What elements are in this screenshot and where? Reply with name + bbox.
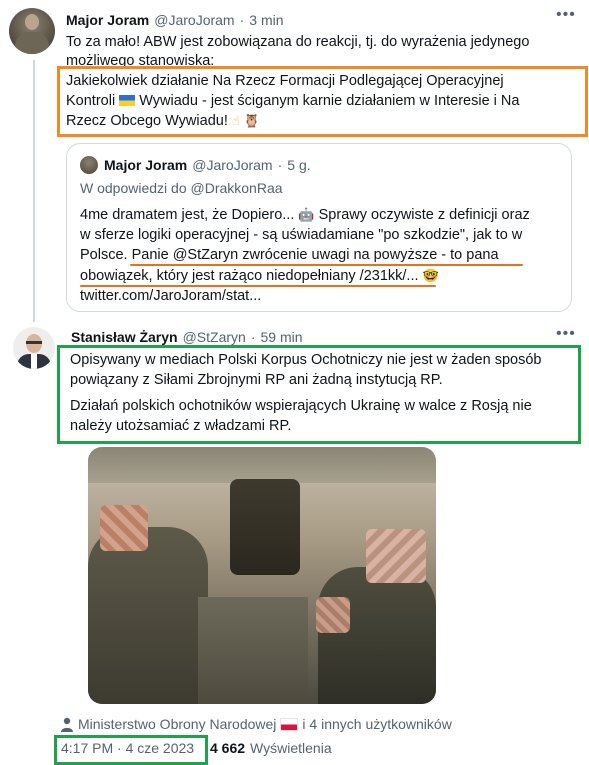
tweet2-author-name[interactable]: Stanisław Żaryn [71,329,178,345]
tweet1-more-icon[interactable]: ••• [556,6,576,24]
photo-face-blur-right [366,529,426,583]
tweet1-highlight-line-2a: Kontroli [66,93,116,109]
thread-connector-line [33,60,35,322]
owl-icon: 🦉 [243,114,261,129]
quote-line-3: Polsce. Panie @StZaryn zwrócenie uwagi n… [80,245,499,265]
finger-up-icon: ☝ [231,114,240,129]
views-label: Wyświetlenia [250,740,332,756]
tweet2-p2-line-1: Działań polskich ochotników wspierającyc… [70,398,532,414]
quote-reply-to: W odpowiedzi do @DrakkonRaa [80,180,283,196]
tweet2-header: Stanisław Żaryn @StZaryn · 59 min [71,327,303,347]
robot-icon: 🤖 [298,208,315,223]
tweet2-more-icon[interactable]: ••• [556,325,576,343]
tagged-users-row[interactable]: Ministerstwo Obrony Narodowej i 4 innych… [60,714,452,734]
tweet1-highlight-line-2: Kontroli Wywiadu - jest ściganym karnie … [66,91,519,111]
poland-flag-icon [280,717,299,731]
nerd-face-icon: 🤓 [422,269,439,284]
photo-soldier-left [88,527,208,704]
views-count: 4 662 [210,740,246,756]
photo-face-blur-center [316,597,350,633]
tweet1-author-handle[interactable]: @JaroJoram [154,12,234,28]
tweet2-dot: · [250,329,256,345]
tagged-users-a: Ministerstwo Obrony Narodowej [78,716,277,732]
photo-roof-panel [88,447,436,483]
quote-line-1a: 4me dramatem jest, że Dopiero... [80,207,295,223]
tweet2-author-handle[interactable]: @StZaryn [183,329,246,345]
avatar-stanislaw-zaryn[interactable] [13,327,55,369]
avatar-glasses-shape [26,341,42,344]
quote-dot: · [277,157,283,173]
photo-face-blur-left [100,505,148,551]
ukraine-flag-icon [119,95,136,106]
tweet1-time[interactable]: 3 min [249,12,283,28]
quote-line-5: twitter.com/JaroJoram/stat... [80,288,262,304]
quote-line-4-text: obowiązek, który jest rażąco niedopełnia… [80,268,419,284]
quote-line-4: obowiązek, który jest rażąco niedopełnia… [80,266,439,287]
tweet-photo[interactable] [88,447,436,704]
avatar-body-shape [15,32,49,54]
quote-line-1: 4me dramatem jest, że Dopiero... 🤖 Spraw… [80,205,530,226]
avatar-shirt-shape [31,354,37,369]
quote-line-3b: Panie @StZaryn zwrócenie uwagi na powyżs… [131,247,499,263]
tagged-users-b: i 4 innych użytkowników [302,716,452,732]
tweet1-author-name[interactable]: Major Joram [66,12,149,28]
tweet1-header: Major Joram @JaroJoram · 3 min [66,10,284,30]
views-row: 4 662 Wyświetlenia [210,740,332,756]
avatar-face-shape [25,14,39,30]
quote-header: Major Joram @JaroJoram · 5 g. [104,155,311,175]
tweet1-highlight-line-3: Rzecz Obcego Wywiadu! ☝ 🦉 [66,111,260,132]
photo-seat-shape [198,597,308,704]
quote-author-name: Major Joram [104,157,188,173]
quote-avatar[interactable] [80,156,98,174]
tweet1-highlight-line-1: Jakiekolwiek działanie Na Rzecz Formacji… [66,73,504,89]
quote-line-2: w sferze logiki operacyjnej - są uświada… [80,227,523,243]
photo-soldier-right [318,567,436,704]
tweet1-highlight-line-3-text: Rzecz Obcego Wywiadu! [66,113,228,129]
quote-line-1b: Sprawy oczywiste z definicji oraz [318,207,530,223]
tweet1-dot: · [239,12,245,28]
avatar-major-joram[interactable] [9,8,55,54]
tweet2-p1-line-1: Opisywany w mediach Polski Korpus Ochotn… [70,352,542,368]
tweet2-p2-line-2: należy utożsamiać z władzami RP. [70,418,292,434]
photo-boots-shape [230,479,300,575]
tweet1-text-intro-1: To za mało! ABW jest zobowiązana do reak… [66,34,530,50]
tweet2-time[interactable]: 59 min [261,329,303,345]
tweet2-p1-line-2: powiązany z Siłami Zbrojnymi RP ani żadn… [70,372,443,388]
person-icon [61,717,73,732]
quote-author-handle: @JaroJoram [192,157,273,173]
tweet1-highlight-line-2b: Wywiadu - jest ściganym karnie działanie… [139,93,520,109]
quote-time: 5 g. [287,157,311,173]
quote-line-3a: Polsce. [80,247,128,263]
tweet2-timestamp[interactable]: 4:17 PM · 4 cze 2023 [61,740,194,756]
